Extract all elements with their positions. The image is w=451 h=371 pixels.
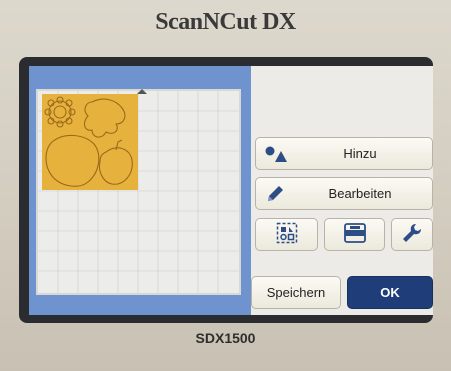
pencil-icon: [256, 184, 296, 204]
ok-button-label: OK: [380, 285, 400, 300]
layout-button[interactable]: [255, 218, 318, 251]
add-button[interactable]: Hinzu: [255, 137, 433, 170]
design-shapes: [44, 96, 133, 187]
mat-feed-arrow-icon: [137, 89, 147, 94]
edit-button[interactable]: Bearbeiten: [255, 177, 433, 210]
wrench-icon: [401, 222, 423, 247]
selected-design-area[interactable]: [42, 94, 138, 190]
mat-preview-panel: [29, 66, 251, 315]
model-label: SDX1500: [195, 330, 256, 346]
add-button-label: Hinzu: [343, 146, 377, 161]
shapes-icon: [256, 145, 296, 163]
control-panel: Hinzu Bearbeiten Speichern OK: [251, 66, 433, 315]
settings-button[interactable]: [391, 218, 433, 251]
device-body: ScanNCut DX Hinzu Bearbeiten Speichern O…: [0, 0, 451, 371]
mat-button[interactable]: [324, 218, 385, 251]
save-button[interactable]: Speichern: [251, 276, 341, 309]
mat-icon: [343, 222, 367, 247]
edit-button-label: Bearbeiten: [328, 186, 392, 201]
save-button-label: Speichern: [266, 285, 326, 300]
ok-button[interactable]: OK: [347, 276, 433, 309]
touch-screen: Hinzu Bearbeiten Speichern OK: [29, 66, 433, 315]
layout-icon: [276, 222, 298, 247]
brand-logo: ScanNCut DX: [155, 9, 296, 35]
